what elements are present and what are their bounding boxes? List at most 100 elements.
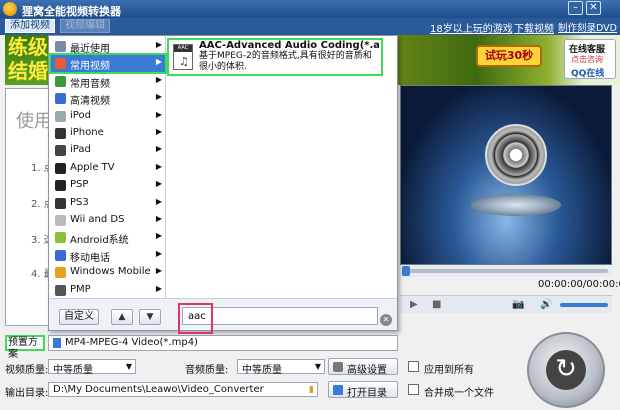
category-label: 常用音频 (70, 78, 110, 90)
mobile-phone-icon (55, 249, 66, 261)
tools-icon (333, 362, 343, 372)
online-service-box[interactable]: 在线客服 点击咨询 QQ在线 (564, 39, 616, 79)
convert-button[interactable]: ↻ (527, 332, 605, 408)
merge-files-checkbox[interactable] (408, 384, 419, 395)
progress-track[interactable] (404, 269, 608, 273)
clear-search-icon[interactable]: ✕ (380, 314, 392, 326)
merge-files-label: 合并成一个文件 (424, 388, 494, 399)
ps3-icon (55, 197, 66, 209)
burn-dvd-link[interactable]: 制作刻录DVD (558, 20, 617, 34)
apple-tv-icon (55, 162, 66, 174)
category-item[interactable]: iPhone ▶ (51, 125, 165, 142)
category-label: 移动电话 (70, 252, 110, 264)
category-item[interactable]: PSP ▶ (51, 177, 165, 194)
category-label: Windows Mobile (70, 266, 151, 278)
volume-icon[interactable]: 🔊 (540, 299, 552, 310)
play-icon[interactable]: ▶ (410, 299, 418, 310)
iphone-icon (55, 128, 66, 139)
category-item[interactable]: 高清视频 ▶ (51, 90, 165, 107)
audio-icon (55, 75, 66, 87)
category-label: Wii and DS (70, 214, 125, 225)
category-item[interactable]: Wii and DS ▶ (51, 212, 165, 229)
chevron-right-icon: ▶ (155, 144, 162, 154)
video-quality-dropdown[interactable]: 中等质量 ▼ (48, 359, 136, 376)
output-path-field[interactable]: D:\My Documents\Leawo\Video_Converter ▮ (48, 382, 318, 397)
preset-dropdown[interactable]: MP4-MPEG-4 Video(*.mp4) (48, 335, 398, 351)
category-list: 最近使用 ▶ 常用视频 ▶ 常用音频 ▶ 高清视频 ▶ iPod ▶ iPhone ▶ iPad ▶ App… (49, 36, 167, 299)
add-video-button[interactable]: 添加视频 (5, 19, 55, 33)
category-label: 高清视频 (70, 96, 110, 108)
category-item[interactable]: Windows Mobile ▶ (51, 264, 165, 281)
category-item[interactable]: Apple TV ▶ (51, 160, 165, 177)
category-item[interactable]: 移动电话 ▶ (51, 247, 165, 264)
video-quality-label: 视频质量: (5, 365, 49, 376)
category-item[interactable]: 常用视频 ▶ (49, 53, 167, 75)
minimize-icon[interactable]: – (568, 1, 583, 15)
time-readout: 00:00:00/00:00:00 (538, 279, 620, 290)
scroll-down-button[interactable]: ▼ (139, 309, 161, 325)
category-label: iPod (70, 109, 91, 121)
custom-button[interactable]: 自定义 (59, 309, 99, 325)
chevron-right-icon: ▶ (155, 40, 162, 49)
format-description: 基于MPEG-2的音频格式,具有很好的音质和很小的体积. (199, 51, 372, 72)
folder-icon[interactable]: ▮ (309, 385, 314, 395)
chevron-right-icon: ▶ (155, 214, 162, 223)
online-service-sub: 点击咨询 (571, 55, 603, 64)
chevron-right-icon: ▶ (155, 109, 162, 119)
hd-icon (55, 93, 66, 105)
advanced-settings-button[interactable]: 高级设置 (328, 358, 398, 376)
category-item[interactable]: 最近使用 ▶ (51, 38, 165, 55)
window-title: 狸窝全能视频转换器 (22, 5, 121, 18)
preset-label: 预置方案 (5, 335, 45, 360)
format-option-aac[interactable]: AAC ♫ AAC-Advanced Audio Coding(*.aac) 基于… (167, 38, 383, 76)
app-logo-icon (3, 2, 17, 16)
playback-progress[interactable] (400, 265, 612, 277)
close-icon[interactable]: ✕ (586, 1, 601, 15)
open-folder-icon (333, 385, 343, 395)
category-label: 最近使用 (70, 44, 110, 55)
ad-promo-button[interactable]: 试玩30秒 (476, 45, 542, 67)
category-item[interactable]: iPad ▶ (51, 142, 165, 159)
category-item[interactable]: PS3 ▶ (51, 195, 165, 212)
ipod-icon (55, 110, 66, 122)
category-item[interactable]: 常用音频 ▶ (51, 73, 165, 90)
chevron-right-icon: ▶ (155, 57, 162, 67)
volume-slider[interactable] (560, 303, 608, 307)
category-label: iPhone (70, 127, 104, 138)
pmp-icon (55, 284, 66, 296)
adult-games-link[interactable]: 18岁以上玩的游戏 (430, 20, 513, 35)
category-item[interactable]: iPod ▶ (51, 108, 165, 125)
stop-icon[interactable]: ■ (432, 299, 441, 310)
download-video-link[interactable]: 下载视频 (514, 20, 554, 35)
chevron-right-icon: ▶ (155, 74, 162, 84)
audio-quality-label: 音频质量: (185, 365, 229, 376)
instructions-heading: 使用 (16, 111, 52, 132)
preset-category-menu: 最近使用 ▶ 常用视频 ▶ 常用音频 ▶ 高清视频 ▶ iPod ▶ iPhone ▶ iPad ▶ App… (48, 35, 398, 331)
video-quality-value: 中等质量 (53, 365, 93, 376)
ad-big-text-line-2: 结婚 (8, 59, 48, 83)
video-edit-button[interactable]: 视频编辑 (60, 19, 110, 33)
scroll-up-button[interactable]: ▲ (111, 309, 133, 325)
chevron-right-icon: ▶ (155, 92, 162, 102)
category-item[interactable]: PMP ▶ (51, 282, 165, 299)
apply-all-checkbox[interactable] (408, 361, 419, 372)
player-controls: ▶ ■ 📷 🔊 (400, 295, 612, 313)
category-item[interactable]: Android系统 ▶ (51, 229, 165, 246)
category-label: PSP (70, 179, 89, 191)
video-format-icon (53, 338, 61, 348)
film-icon (55, 58, 66, 70)
chevron-down-icon: ▼ (125, 362, 132, 371)
pedestal-graphic (471, 194, 561, 216)
apply-all-label: 应用到所有 (424, 365, 474, 376)
audio-quality-dropdown[interactable]: 中等质量 ▼ (237, 359, 325, 376)
progress-thumb[interactable] (402, 266, 410, 276)
snapshot-icon[interactable]: 📷 (512, 299, 524, 310)
format-name: AAC-Advanced Audio Coding(*.aac) (199, 40, 379, 51)
category-label: Android系统 (70, 235, 129, 247)
audio-quality-value: 中等质量 (242, 365, 282, 376)
category-label: PS3 (70, 196, 89, 208)
open-directory-button[interactable]: 打开目录 (328, 381, 398, 399)
clock-icon (55, 41, 66, 52)
ad-banner[interactable]: 试玩30秒 在线客服 点击咨询 QQ在线 (380, 35, 620, 85)
android-icon (55, 232, 66, 244)
